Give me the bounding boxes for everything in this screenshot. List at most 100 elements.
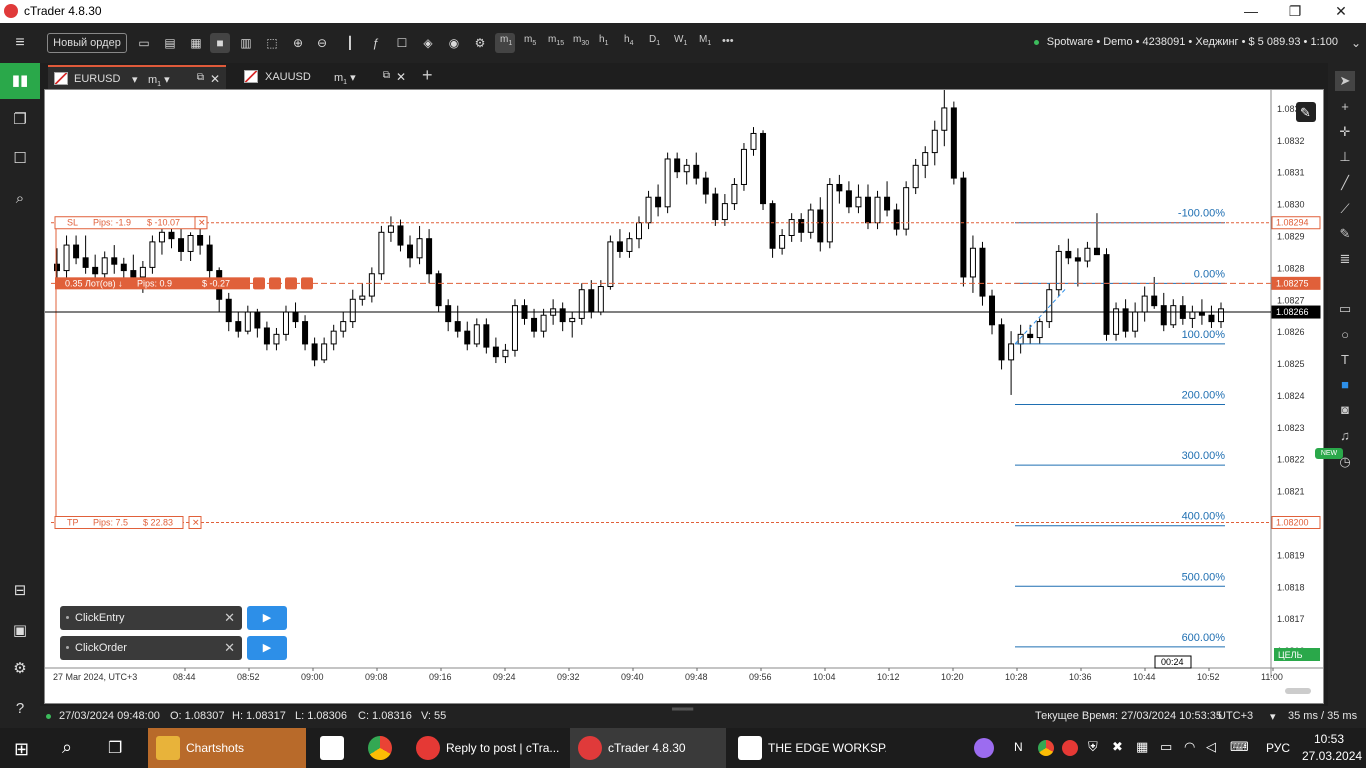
maximize-button[interactable]: ❐	[1272, 1, 1318, 22]
sidebar-store-icon[interactable]: ⊟	[8, 579, 32, 603]
horizontal-line-icon[interactable]: ⊥	[1335, 147, 1355, 167]
add-tab-button[interactable]: +	[422, 65, 433, 86]
keyboard-icon[interactable]: ⌨	[1230, 739, 1249, 755]
candle-bearish	[1208, 314, 1215, 323]
taskbar-app-chartshots[interactable]: Chartshots	[148, 728, 306, 768]
tray-battery-icon[interactable]: ▭	[1160, 739, 1172, 755]
account-dropdown-chevron-icon[interactable]: ⌄	[1346, 33, 1366, 53]
help-icon[interactable]: ?	[8, 697, 32, 721]
settings-gear-icon[interactable]: ⚙	[8, 657, 32, 681]
timeframe-m5[interactable]: m5	[524, 34, 536, 47]
entry-close-icon-button	[301, 277, 313, 290]
alert-bell-icon[interactable]: ♫	[1335, 426, 1355, 446]
tab-xauusd[interactable]: XAUUSD m1 ▾ ⧉ ✕	[232, 65, 412, 89]
tab-timeframe[interactable]: m1 ▾	[334, 71, 356, 86]
resize-grip-icon[interactable]: ═══	[672, 704, 693, 715]
taskbar-app-yandex[interactable]: Reply to post | cTra...	[408, 728, 568, 768]
clock-date[interactable]: 27.03.2024	[1302, 749, 1362, 763]
close-button[interactable]: ✕	[1318, 1, 1364, 22]
tray-notion-icon[interactable]: N	[1014, 740, 1023, 754]
windows-start-icon[interactable]: ⊞	[14, 739, 29, 760]
account-info[interactable]: Spotware • Demo • 4238091 • Хеджинг • $ …	[1033, 36, 1338, 48]
zoom-out-icon[interactable]: ⊖	[312, 33, 332, 53]
task-view-icon[interactable]: ❐	[108, 738, 122, 758]
timeframe-d1[interactable]: D1	[649, 34, 660, 47]
tray-chrome-icon[interactable]	[1038, 740, 1054, 756]
sidebar-wallet-icon[interactable]: ▣	[8, 619, 32, 643]
tray-yandex-icon[interactable]	[1062, 740, 1078, 756]
tab-dropdown-icon[interactable]: ▾	[132, 73, 138, 86]
timezone-dropdown-icon[interactable]: ▾	[1270, 710, 1276, 723]
timeframe-m15[interactable]: m15	[548, 34, 564, 47]
taskbar-app-ctrader[interactable]: cTrader 4.8.30	[570, 728, 726, 768]
candles-icon[interactable]: ┃	[340, 33, 360, 53]
indicators-icon[interactable]: ƒ	[366, 33, 386, 53]
fibonacci-icon[interactable]: ≣	[1335, 249, 1355, 269]
tray-app-icon[interactable]: ▦	[1136, 739, 1148, 755]
camera-icon[interactable]: ◙	[1335, 400, 1355, 420]
bot-icon[interactable]: ☐	[392, 33, 412, 53]
rectangle-icon[interactable]: ▭	[1335, 299, 1355, 319]
volume-icon[interactable]: ◁	[1206, 739, 1216, 755]
tab-timeframe[interactable]: m1 ▾	[148, 73, 170, 88]
timeframe-m1[interactable]: m1	[500, 34, 512, 47]
bot-remove-icon[interactable]: ✕	[224, 640, 235, 656]
taskbar-app-notion[interactable]	[312, 728, 352, 768]
timeframe-h4[interactable]: h4	[624, 34, 633, 47]
tools-icon[interactable]: ⚙	[470, 33, 490, 53]
ray-icon[interactable]: ⟋	[1335, 199, 1355, 219]
timezone-selector[interactable]: UTC+3	[1218, 710, 1253, 722]
zoom-in-icon[interactable]: ⊕	[288, 33, 308, 53]
taskbar-app-notion-edge[interactable]: THE EDGE WORKSP...	[730, 728, 890, 768]
bot-clickentry[interactable]: ClickEntry ✕	[60, 606, 242, 630]
search-icon[interactable]: ⌕	[62, 737, 72, 758]
trendline-icon[interactable]: ╱	[1335, 173, 1355, 193]
sidebar-analyze-icon[interactable]: ⌕	[8, 187, 32, 211]
minimize-button[interactable]: —	[1228, 1, 1274, 22]
chart-settings-icon[interactable]: ⬚	[262, 33, 282, 53]
timeframe-w1[interactable]: W1	[674, 34, 687, 47]
clock-time[interactable]: 10:53	[1314, 732, 1344, 746]
more-timeframes-button[interactable]: •••	[722, 35, 734, 47]
bot-remove-icon[interactable]: ✕	[224, 610, 235, 626]
grid-layout-icon[interactable]: ▦	[186, 33, 206, 53]
single-layout-icon[interactable]: ■	[210, 33, 230, 53]
tab-popout-icon[interactable]: ⧉	[383, 70, 390, 81]
circle-icon[interactable]: ○	[1335, 325, 1355, 345]
taskbar-app-chrome[interactable]	[360, 728, 400, 768]
layout-icon[interactable]: ▤	[160, 33, 180, 53]
bot-clickentry-play-button[interactable]: ▶	[247, 606, 287, 630]
wifi-icon[interactable]: ◠	[1184, 739, 1195, 755]
sidebar-copy-icon[interactable]: ❐	[8, 108, 32, 132]
tab-eurusd[interactable]: EURUSD ▾ m1 ▾ ⧉ ✕	[48, 65, 226, 89]
new-order-button[interactable]: Новый ордер	[47, 33, 127, 53]
sidebar-automate-icon[interactable]: ☐	[8, 147, 32, 171]
crosshair-alt-icon[interactable]: ✛	[1335, 122, 1355, 142]
timeframe-m30[interactable]: m30	[573, 34, 589, 47]
bot-clickorder[interactable]: ClickOrder ✕	[60, 636, 242, 660]
sidebar-trade-icon[interactable]: ▮▮	[0, 63, 40, 99]
pen-icon[interactable]: ✎	[1335, 224, 1355, 244]
tab-close-icon[interactable]: ✕	[396, 70, 406, 84]
chart-mode-icon[interactable]: ▭	[134, 33, 154, 53]
language-indicator[interactable]: РУС	[1266, 741, 1290, 755]
tab-popout-icon[interactable]: ⧉	[197, 72, 204, 83]
candle-bearish	[1160, 305, 1167, 326]
split-layout-icon[interactable]: ▥	[236, 33, 256, 53]
bot-clickorder-play-button[interactable]: ▶	[247, 636, 287, 660]
eye-icon[interactable]: ◉	[444, 33, 464, 53]
tray-close-icon[interactable]: ✖	[1112, 739, 1123, 755]
color-picker-icon[interactable]: ■	[1335, 375, 1355, 395]
x-tick-label: 08:44	[173, 672, 196, 682]
layers-icon[interactable]: ◈	[418, 33, 438, 53]
yandex-icon	[416, 736, 440, 760]
alice-icon[interactable]	[974, 738, 994, 758]
tray-shield-icon[interactable]: ⛨	[1088, 739, 1098, 755]
crosshair-icon[interactable]: +	[1335, 97, 1355, 117]
timeframe-mn1[interactable]: M1	[699, 34, 711, 47]
tab-close-icon[interactable]: ✕	[210, 72, 220, 86]
cursor-icon[interactable]: ➤	[1335, 71, 1355, 91]
text-icon[interactable]: T	[1335, 350, 1355, 370]
timeframe-h1[interactable]: h1	[599, 34, 608, 47]
hamburger-menu-icon[interactable]: ≡	[10, 33, 30, 53]
